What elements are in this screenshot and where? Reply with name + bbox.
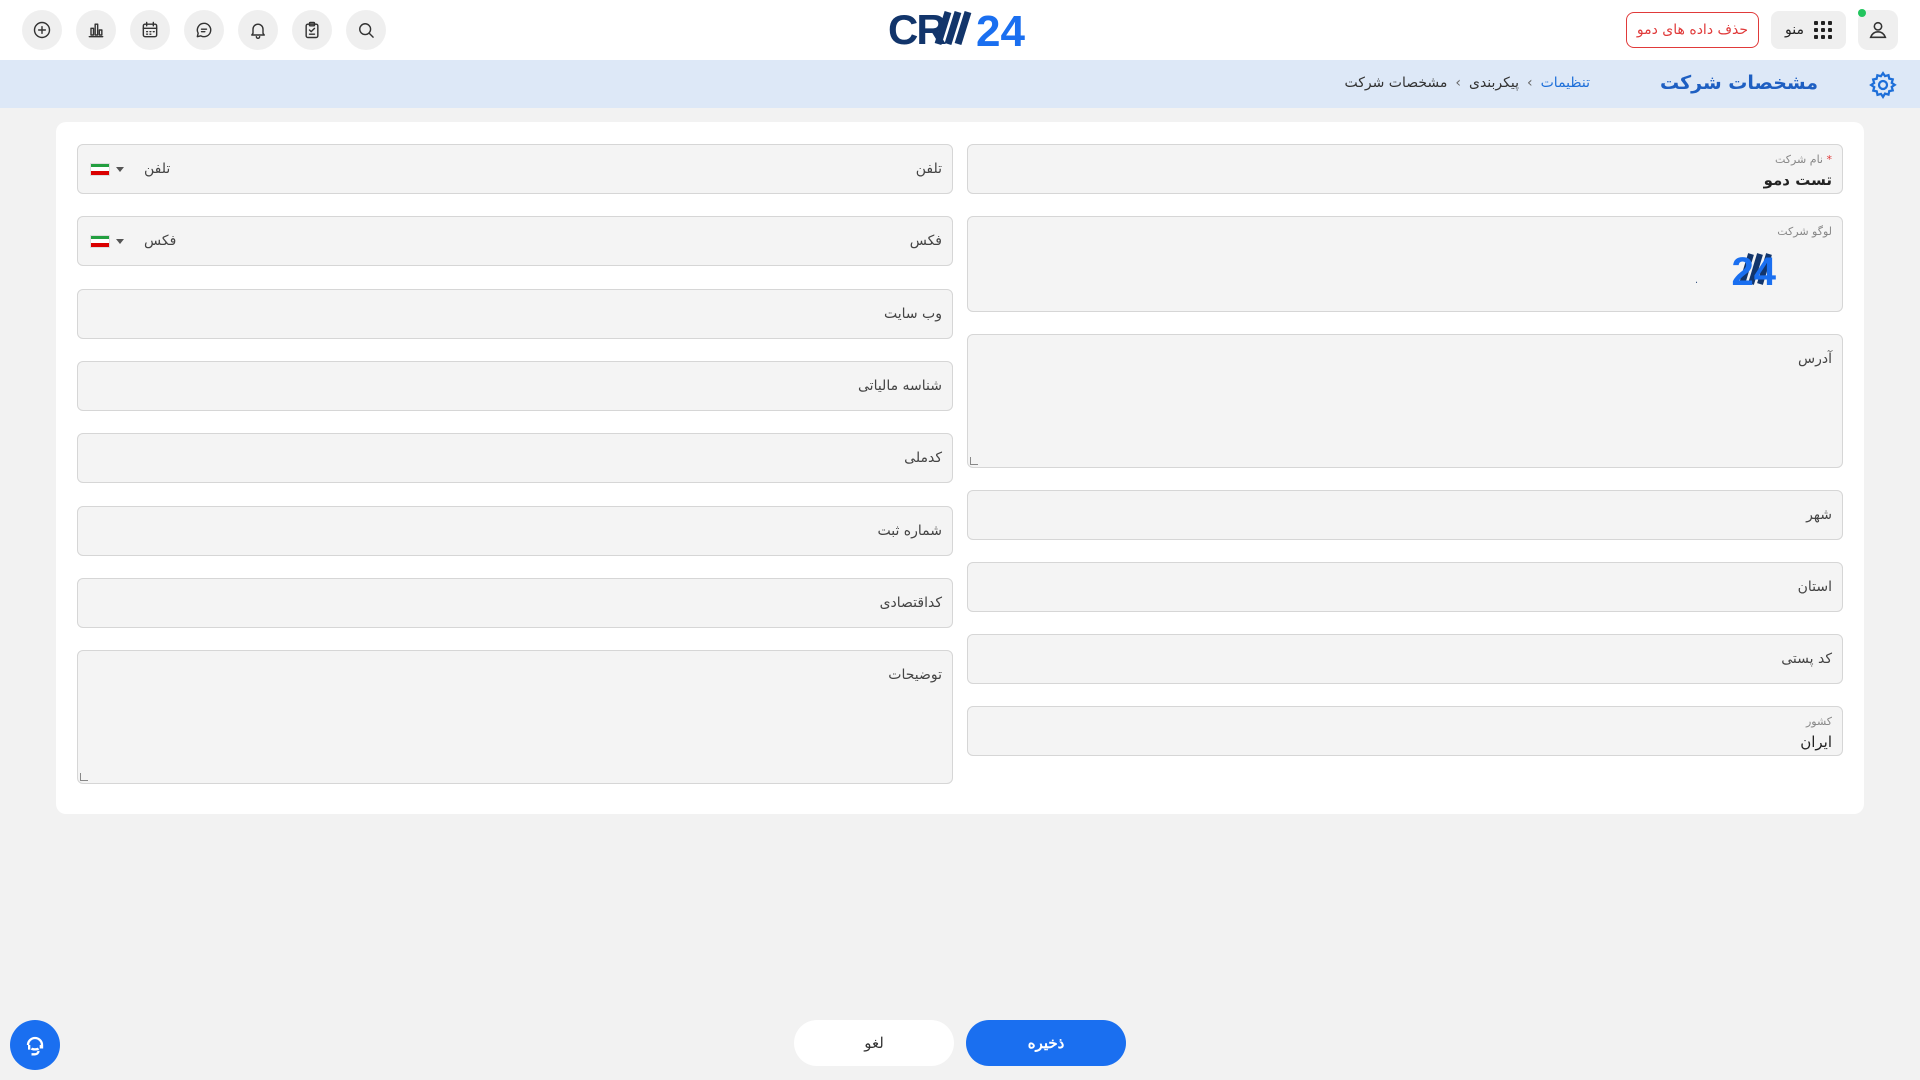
breadcrumb-configuration[interactable]: پیکربندی bbox=[1469, 75, 1519, 91]
save-button[interactable]: ذخیره bbox=[966, 1020, 1126, 1066]
registration-number-placeholder: شماره ثبت bbox=[877, 523, 942, 539]
postal-code-placeholder: کد پستی bbox=[1781, 651, 1832, 667]
address-placeholder: آدرس bbox=[1798, 351, 1832, 367]
economic-code-field[interactable]: کداقتصادی bbox=[77, 578, 953, 628]
notifications-button[interactable] bbox=[238, 10, 278, 50]
settings-gear-icon bbox=[1868, 70, 1898, 100]
breadcrumb-bar: مشخصات شرکت تنظیمات › پیکربندی › مشخصات … bbox=[0, 60, 1920, 108]
breadcrumb-settings[interactable]: تنظیمات bbox=[1541, 75, 1590, 91]
company-name-field[interactable]: * نام شرکت تست دمو bbox=[967, 144, 1843, 194]
website-field[interactable]: وب سایت bbox=[77, 289, 953, 339]
company-logo-label: لوگو شرکت bbox=[1777, 225, 1832, 238]
phone-country-selector[interactable]: تلفن bbox=[90, 161, 170, 177]
svg-text:24: 24 bbox=[1732, 250, 1777, 289]
menu-label: منو bbox=[1785, 22, 1804, 38]
fax-prefix-label: فکس bbox=[144, 233, 177, 249]
address-textarea[interactable]: آدرس bbox=[967, 334, 1843, 468]
crm24-logo[interactable]: CR 24 bbox=[888, 6, 1038, 50]
user-menu-button[interactable] bbox=[1858, 9, 1898, 50]
chat-button[interactable] bbox=[184, 10, 224, 50]
resize-handle[interactable] bbox=[970, 457, 978, 465]
fax-placeholder: فکس bbox=[909, 233, 942, 249]
iran-flag-icon bbox=[90, 234, 110, 248]
phone-prefix-label: تلفن bbox=[144, 161, 171, 177]
city-field[interactable]: شهر bbox=[967, 490, 1843, 540]
country-select[interactable]: کشور ایران bbox=[967, 706, 1843, 756]
economic-code-placeholder: کداقتصادی bbox=[879, 595, 942, 611]
delete-demo-data-button[interactable]: حذف داده های دمو bbox=[1625, 12, 1760, 48]
fax-country-selector[interactable]: فکس bbox=[90, 233, 176, 249]
national-code-placeholder: کدملی bbox=[904, 450, 942, 466]
province-placeholder: استان bbox=[1797, 579, 1832, 595]
phone-placeholder: تلفن bbox=[915, 161, 942, 177]
tasks-button[interactable] bbox=[292, 10, 332, 50]
search-button[interactable] bbox=[346, 10, 386, 50]
breadcrumb-separator: › bbox=[1455, 75, 1461, 91]
calendar-icon bbox=[142, 21, 158, 38]
page-title: مشخصات شرکت bbox=[1659, 72, 1818, 94]
company-profile-form: * نام شرکت تست دمو لوگو شرکت CR 24 آدرس … bbox=[56, 122, 1864, 814]
chevron-down-icon bbox=[116, 238, 124, 244]
resize-handle[interactable] bbox=[80, 773, 88, 781]
svg-text:24: 24 bbox=[976, 7, 1025, 50]
top-bar: CR 24 منو حذف داده های دمو bbox=[0, 0, 1920, 60]
add-icon bbox=[33, 21, 51, 39]
add-button[interactable] bbox=[22, 10, 62, 50]
website-placeholder: وب سایت bbox=[883, 306, 942, 322]
crm24-logo-image: CR 24 bbox=[888, 6, 1025, 50]
quick-actions bbox=[22, 10, 386, 50]
user-icon bbox=[1869, 21, 1887, 39]
company-name-value: تست دمو bbox=[1763, 171, 1832, 189]
tax-id-field[interactable]: شناسه مالیاتی bbox=[77, 361, 953, 411]
city-placeholder: شهر bbox=[1806, 507, 1832, 523]
cancel-button[interactable]: لغو bbox=[794, 1020, 954, 1066]
support-icon bbox=[26, 1036, 44, 1056]
description-placeholder: توضیحات bbox=[888, 667, 942, 683]
national-code-field[interactable]: کدملی bbox=[77, 433, 953, 483]
postal-code-field[interactable]: کد پستی bbox=[967, 634, 1843, 684]
chart-icon bbox=[88, 23, 104, 38]
phone-field[interactable]: تلفن تلفن bbox=[77, 144, 953, 194]
tax-id-placeholder: شناسه مالیاتی bbox=[858, 378, 942, 394]
top-right-controls: منو حذف داده های دمو bbox=[1625, 9, 1898, 50]
breadcrumb-current: مشخصات شرکت bbox=[1344, 75, 1448, 91]
online-status-dot bbox=[1858, 9, 1866, 17]
svg-text:CR: CR bbox=[1696, 250, 1698, 289]
reports-button[interactable] bbox=[76, 10, 116, 50]
company-logo-image: CR 24 bbox=[1696, 250, 1777, 289]
main-menu-button[interactable]: منو bbox=[1771, 11, 1846, 49]
province-field[interactable]: استان bbox=[967, 562, 1843, 612]
description-textarea[interactable]: توضیحات bbox=[77, 650, 953, 784]
apps-grid-icon bbox=[1814, 21, 1832, 39]
registration-number-field[interactable]: شماره ثبت bbox=[77, 506, 953, 556]
breadcrumb-separator: › bbox=[1527, 75, 1533, 91]
bell-icon bbox=[251, 23, 265, 39]
support-chat-button[interactable] bbox=[10, 1020, 60, 1070]
country-label: کشور bbox=[1805, 715, 1832, 728]
fax-field[interactable]: فکس فکس bbox=[77, 216, 953, 266]
chevron-down-icon bbox=[116, 166, 124, 172]
country-value: ایران bbox=[1800, 733, 1832, 751]
company-logo-field[interactable]: لوگو شرکت CR 24 bbox=[967, 216, 1843, 312]
company-name-label: * نام شرکت bbox=[1774, 153, 1832, 166]
clipboard-icon bbox=[305, 21, 319, 39]
calendar-button[interactable] bbox=[130, 10, 170, 50]
iran-flag-icon bbox=[90, 162, 110, 176]
chat-icon bbox=[196, 22, 212, 38]
breadcrumb: تنظیمات › پیکربندی › مشخصات شرکت bbox=[1344, 75, 1590, 91]
search-icon bbox=[359, 23, 374, 38]
